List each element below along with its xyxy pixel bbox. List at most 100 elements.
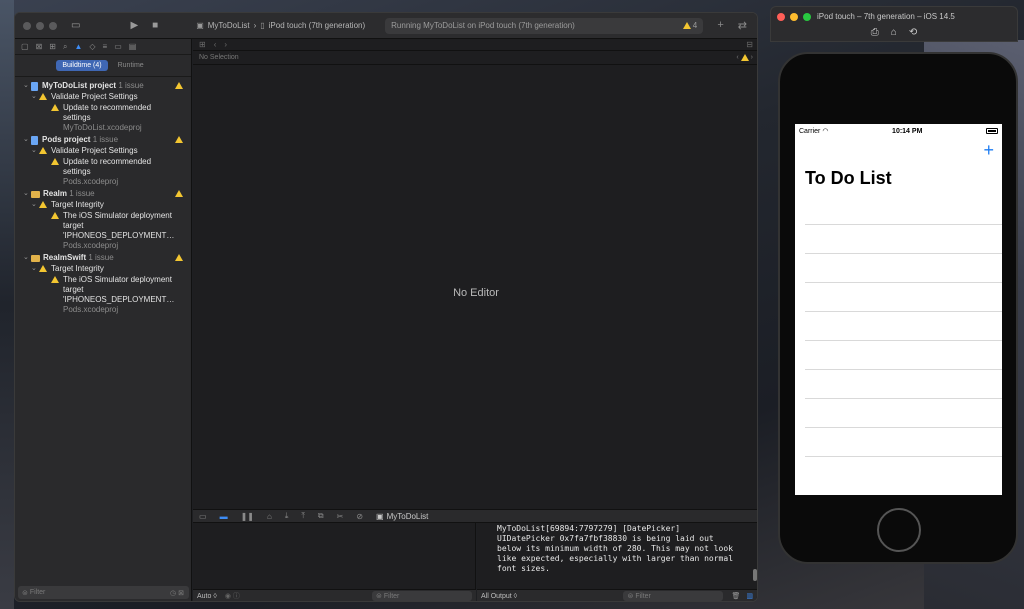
disclosure-chevron-icon[interactable]: ⌄ [23,253,31,263]
navigator-filter-field[interactable]: ⊜ Filter ◷⊠ [18,586,189,599]
warning-icon [175,136,183,143]
issue-group-row[interactable]: ⌄ MyToDoList project 1 issue [15,81,191,91]
issue-category-row[interactable]: ⌄ Target Integrity [15,264,191,274]
zoom-button[interactable] [803,13,811,21]
issue-item-row[interactable]: The iOS Simulator deployment target 'IPH… [15,211,191,251]
close-button[interactable] [23,21,31,30]
project-navigator-icon[interactable]: ▢ [21,42,29,51]
simulate-location-icon[interactable]: ⊘ [356,512,363,521]
tab-runtime[interactable]: Runtime [112,60,150,71]
disclosure-chevron-icon[interactable]: ⌄ [31,92,39,102]
related-items-icon[interactable]: ⊞ [199,40,206,49]
add-item-button[interactable]: + [983,141,994,159]
minimize-button[interactable] [790,13,798,21]
forward-icon[interactable]: › [224,40,227,49]
activity-status[interactable]: Running MyToDoList on iPod touch (7th ge… [385,17,704,34]
table-row[interactable] [805,253,1002,282]
disclosure-chevron-icon[interactable]: ⌄ [23,81,31,91]
warning-icon [39,201,47,208]
report-navigator-icon[interactable]: ▤ [129,42,137,51]
find-navigator-icon[interactable]: ⌕ [63,42,67,52]
issue-message: Update to recommended settings [63,157,152,176]
todo-table-view[interactable] [805,224,1002,485]
source-control-icon[interactable]: ⊠ [36,42,43,51]
add-library-icon[interactable]: + [717,19,723,32]
table-row[interactable] [805,340,1002,369]
variables-filter-field[interactable]: ⊜ Filter [372,591,472,601]
issue-navigator-icon[interactable]: ▲ [74,42,82,51]
home-button[interactable] [877,508,921,552]
table-row[interactable] [805,398,1002,427]
breakpoints-toggle-icon[interactable]: ▬ [220,512,228,521]
symbol-navigator-icon[interactable]: ⊞ [49,42,56,51]
table-row[interactable] [805,311,1002,340]
table-row[interactable] [805,456,1002,485]
table-row[interactable] [805,427,1002,456]
view-debugger-icon[interactable]: ⧉ [318,511,324,521]
step-into-icon[interactable]: ⤓ [285,511,289,521]
status-warning[interactable]: 4 [682,21,697,30]
test-navigator-icon[interactable]: ◇ [89,42,95,51]
disclosure-chevron-icon[interactable]: ⌄ [23,135,31,145]
run-icon[interactable]: ▶ [130,20,138,31]
issue-category-row[interactable]: ⌄ Validate Project Settings [15,146,191,156]
issue-group-row[interactable]: ⌄ Pods project 1 issue [15,135,191,145]
environment-overrides-icon[interactable]: ✂ [337,512,344,521]
issue-category-row[interactable]: ⌄ Target Integrity [15,200,191,210]
sidebar-toggle-icon[interactable]: ▭ [71,20,80,31]
table-row[interactable] [805,224,1002,253]
console-filter-field[interactable]: ⊜ Filter [623,591,724,601]
quick-look-icon[interactable]: ◉ ⓘ [225,591,240,601]
step-over-icon[interactable]: ⌂ [267,512,272,521]
split-console-icon[interactable]: ▥ [746,592,753,600]
hide-debug-area-icon[interactable]: ▭ [199,512,207,521]
table-row[interactable] [805,369,1002,398]
screenshot-icon[interactable]: ⎙ [871,27,879,38]
back-icon[interactable]: ‹ [214,40,217,49]
table-row[interactable] [805,282,1002,311]
issue-file: Pods.xcodeproj [63,305,119,314]
disclosure-chevron-icon[interactable]: ⌄ [23,189,31,199]
disclosure-chevron-icon[interactable]: ⌄ [31,200,39,210]
window-controls[interactable] [23,21,57,30]
issue-item-row[interactable]: Update to recommended settings Pods.xcod… [15,157,191,187]
console-scrollbar[interactable] [753,569,757,581]
split-editor-icon[interactable]: ⊟ [746,40,753,49]
simulator-window-controls[interactable] [777,13,811,21]
pause-icon[interactable]: ❚❚ [241,512,254,521]
issue-group-row[interactable]: ⌄ Realm 1 issue [15,189,191,199]
filter-options-icon[interactable]: ◷⊠ [170,589,186,597]
issue-category-row[interactable]: ⌄ Validate Project Settings [15,92,191,102]
issue-category-label: Target Integrity [51,264,104,273]
variables-scope-selector[interactable]: Auto ◊ [197,593,217,600]
issue-item-row[interactable]: Update to recommended settings MyToDoLis… [15,103,191,133]
close-button[interactable] [777,13,785,21]
disclosure-chevron-icon[interactable]: ⌄ [31,146,39,156]
issue-message: The iOS Simulator deployment target 'IPH… [63,211,175,240]
debug-navigator-icon[interactable]: ≡ [103,42,108,51]
minimize-button[interactable] [36,21,44,30]
tab-buildtime[interactable]: Buildtime (4) [56,60,108,71]
trash-icon[interactable]: 🗑 [731,592,740,600]
step-out-icon[interactable]: ⤒ [301,511,305,521]
rotate-icon[interactable]: ⟲ [909,27,917,38]
scheme-selector[interactable]: ▣ MyToDoList › ▯ iPod touch (7th generat… [196,21,365,30]
disclosure-chevron-icon[interactable]: ⌄ [31,264,39,274]
issue-item-row[interactable]: The iOS Simulator deployment target 'IPH… [15,275,191,315]
issue-group-row[interactable]: ⌄ RealmSwift 1 issue [15,253,191,263]
filter-icon: ⊜ [22,589,28,597]
navigation-title: To Do List [805,168,892,188]
breakpoint-navigator-icon[interactable]: ▭ [114,42,122,51]
warning-icon [51,104,59,111]
console-output-selector[interactable]: All Output ◊ [481,593,517,600]
issue-stepper[interactable]: ‹ › [736,54,753,61]
status-text: Running MyToDoList on iPod touch (7th ge… [391,21,575,30]
console-output: MyToDoList[69894:7797279] [DatePicker] U… [497,524,734,573]
zoom-button[interactable] [49,21,57,30]
debug-target[interactable]: ▣ MyToDoList [376,512,428,521]
stop-icon[interactable]: ■ [152,20,158,31]
ios-status-bar: Carrier ◠ 10:14 PM [795,124,1002,138]
issue-group-title: MyToDoList project [42,81,117,90]
home-icon[interactable]: ⌂ [891,27,897,38]
code-review-icon[interactable]: ⇄ [738,19,747,32]
